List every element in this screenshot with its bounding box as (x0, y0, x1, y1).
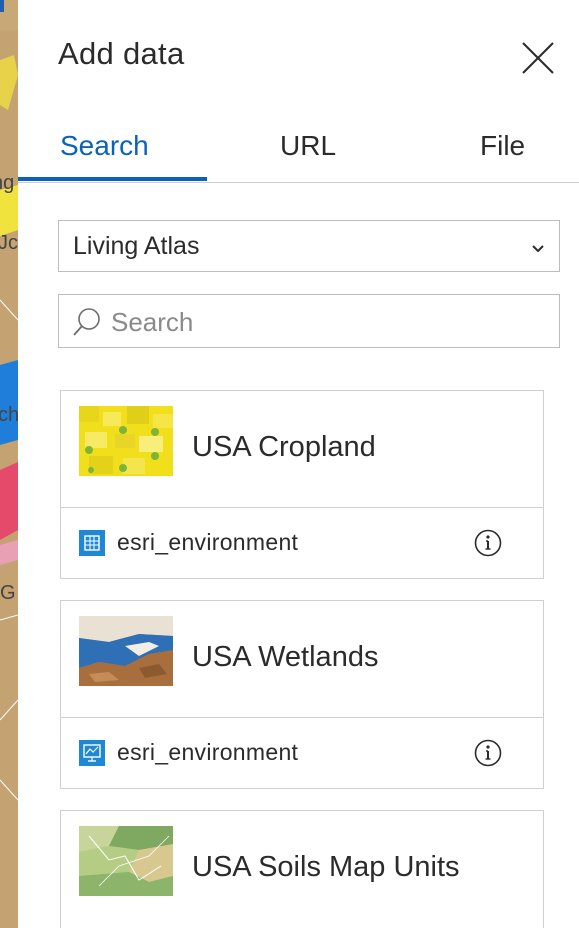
result-owner-row: esri_environment (61, 507, 543, 578)
tab-bar: Search URL File (18, 120, 579, 183)
result-owner: esri_environment (117, 529, 299, 555)
map-label: ch (0, 404, 18, 426)
close-button[interactable] (518, 38, 558, 78)
search-box[interactable] (58, 294, 560, 348)
search-input[interactable] (109, 299, 553, 345)
source-select[interactable]: Living Atlas (58, 220, 560, 272)
info-icon[interactable] (473, 528, 503, 558)
search-icon (73, 308, 100, 336)
result-owner: esri_environment (117, 739, 299, 765)
soils-thumbnail (79, 826, 173, 896)
panel-title: Add data (58, 36, 185, 71)
chevron-down-icon (532, 245, 544, 253)
info-icon[interactable] (473, 738, 503, 768)
map-label: ng (0, 172, 15, 194)
result-card-header[interactable]: USA Cropland (61, 391, 543, 507)
tab-search[interactable]: Search (60, 130, 149, 162)
map-graphic (0, 0, 18, 928)
map-label: G (0, 582, 16, 604)
result-owner-row: esri_environment (61, 717, 543, 788)
wetlands-thumbnail (79, 616, 173, 686)
result-title: USA Soils Map Units (192, 851, 460, 883)
tab-file[interactable]: File (480, 130, 525, 162)
map-label: Jc (0, 232, 18, 254)
app-root: ng Jc ch G Add data Search URL File Livi… (0, 0, 579, 928)
result-title: USA Wetlands (192, 641, 379, 673)
map-background[interactable]: ng Jc ch G (0, 0, 18, 928)
result-card: USA Cropland esri_environment (60, 390, 544, 579)
map-service-icon (79, 740, 105, 766)
result-card: USA Soils Map Units (60, 810, 544, 928)
result-card-header[interactable]: USA Soils Map Units (61, 811, 543, 927)
result-card-header[interactable]: USA Wetlands (61, 601, 543, 717)
result-card: USA Wetlands esri_environment (60, 600, 544, 789)
source-select-value: Living Atlas (73, 232, 200, 260)
result-title: USA Cropland (192, 431, 376, 463)
cropland-thumbnail (79, 406, 173, 476)
close-icon (522, 42, 554, 74)
active-tab-indicator (18, 177, 207, 181)
add-data-panel: Add data Search URL File Living Atlas Se… (18, 0, 579, 928)
image-service-icon (79, 530, 105, 556)
tab-url[interactable]: URL (280, 130, 336, 162)
